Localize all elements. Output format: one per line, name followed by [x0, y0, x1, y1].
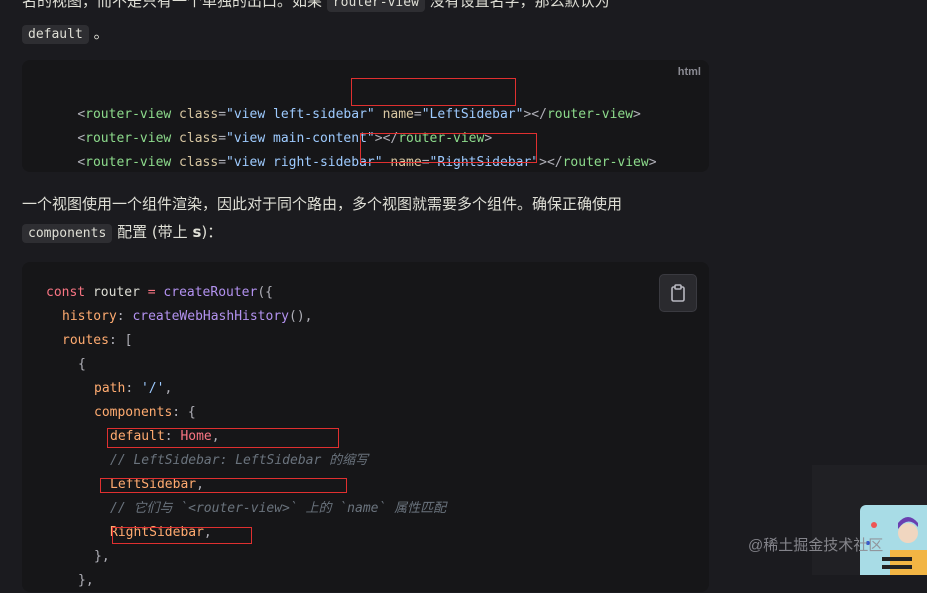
mid-text-3: )： [201, 223, 223, 241]
intro-text-2: 没有设置名字，那么默认为 [429, 0, 610, 10]
inline-code-default: default [22, 25, 89, 44]
highlight-box-default [107, 428, 339, 448]
code-line: }, [94, 549, 110, 564]
highlight-box-rightsidebar [112, 527, 252, 544]
code-line: const router = createRouter({ [46, 285, 273, 300]
intro-text: 名的视图，而不是只有一个单独的出口。如果 [22, 0, 323, 10]
watermark: @稀土掘金技术社区 [748, 537, 884, 554]
code-line: <router-view class="view right-sidebar" … [77, 155, 657, 170]
mid-text: 一个视图使用一个组件渲染，因此对于同个路由，多个视图就需要多个组件。确保正确使用 [22, 195, 623, 213]
inline-code-router-view: router-view [326, 0, 425, 12]
js-code-block: const router = createRouter({ history: c… [22, 262, 709, 592]
code-line: history: createWebHashHistory(), [62, 309, 313, 324]
copy-code-button[interactable] [659, 274, 697, 312]
code-line: path: '/', [94, 381, 173, 396]
html-code-block: html <router-view class="view left-sideb… [22, 60, 709, 172]
mid-text-2: 配置 (带上 [117, 223, 188, 241]
clipboard-icon [671, 284, 685, 302]
intro-end: 。 [93, 24, 109, 42]
highlight-box-left-sidebar [351, 78, 516, 106]
code-comment: // 它们与 `<router-view>` 上的 `name` 属性匹配 [110, 501, 447, 516]
highlight-box-right-sidebar [360, 133, 537, 163]
code-line: { [78, 357, 86, 372]
inline-code-components: components [22, 224, 113, 243]
code-line: components: { [94, 405, 196, 420]
code-line: routes: [ [62, 333, 133, 348]
code-comment: // LeftSidebar: LeftSidebar 的缩写 [110, 453, 369, 468]
intro-paragraph: 名的视图，而不是只有一个单独的出口。如果 router-view 没有设置名字，… [22, 0, 722, 48]
code-line: }, [78, 573, 94, 588]
code-language-label: html [677, 66, 701, 78]
mid-paragraph: 一个视图使用一个组件渲染，因此对于同个路由，多个视图就需要多个组件。确保正确使用… [22, 190, 722, 248]
highlight-box-leftsidebar [100, 478, 347, 493]
